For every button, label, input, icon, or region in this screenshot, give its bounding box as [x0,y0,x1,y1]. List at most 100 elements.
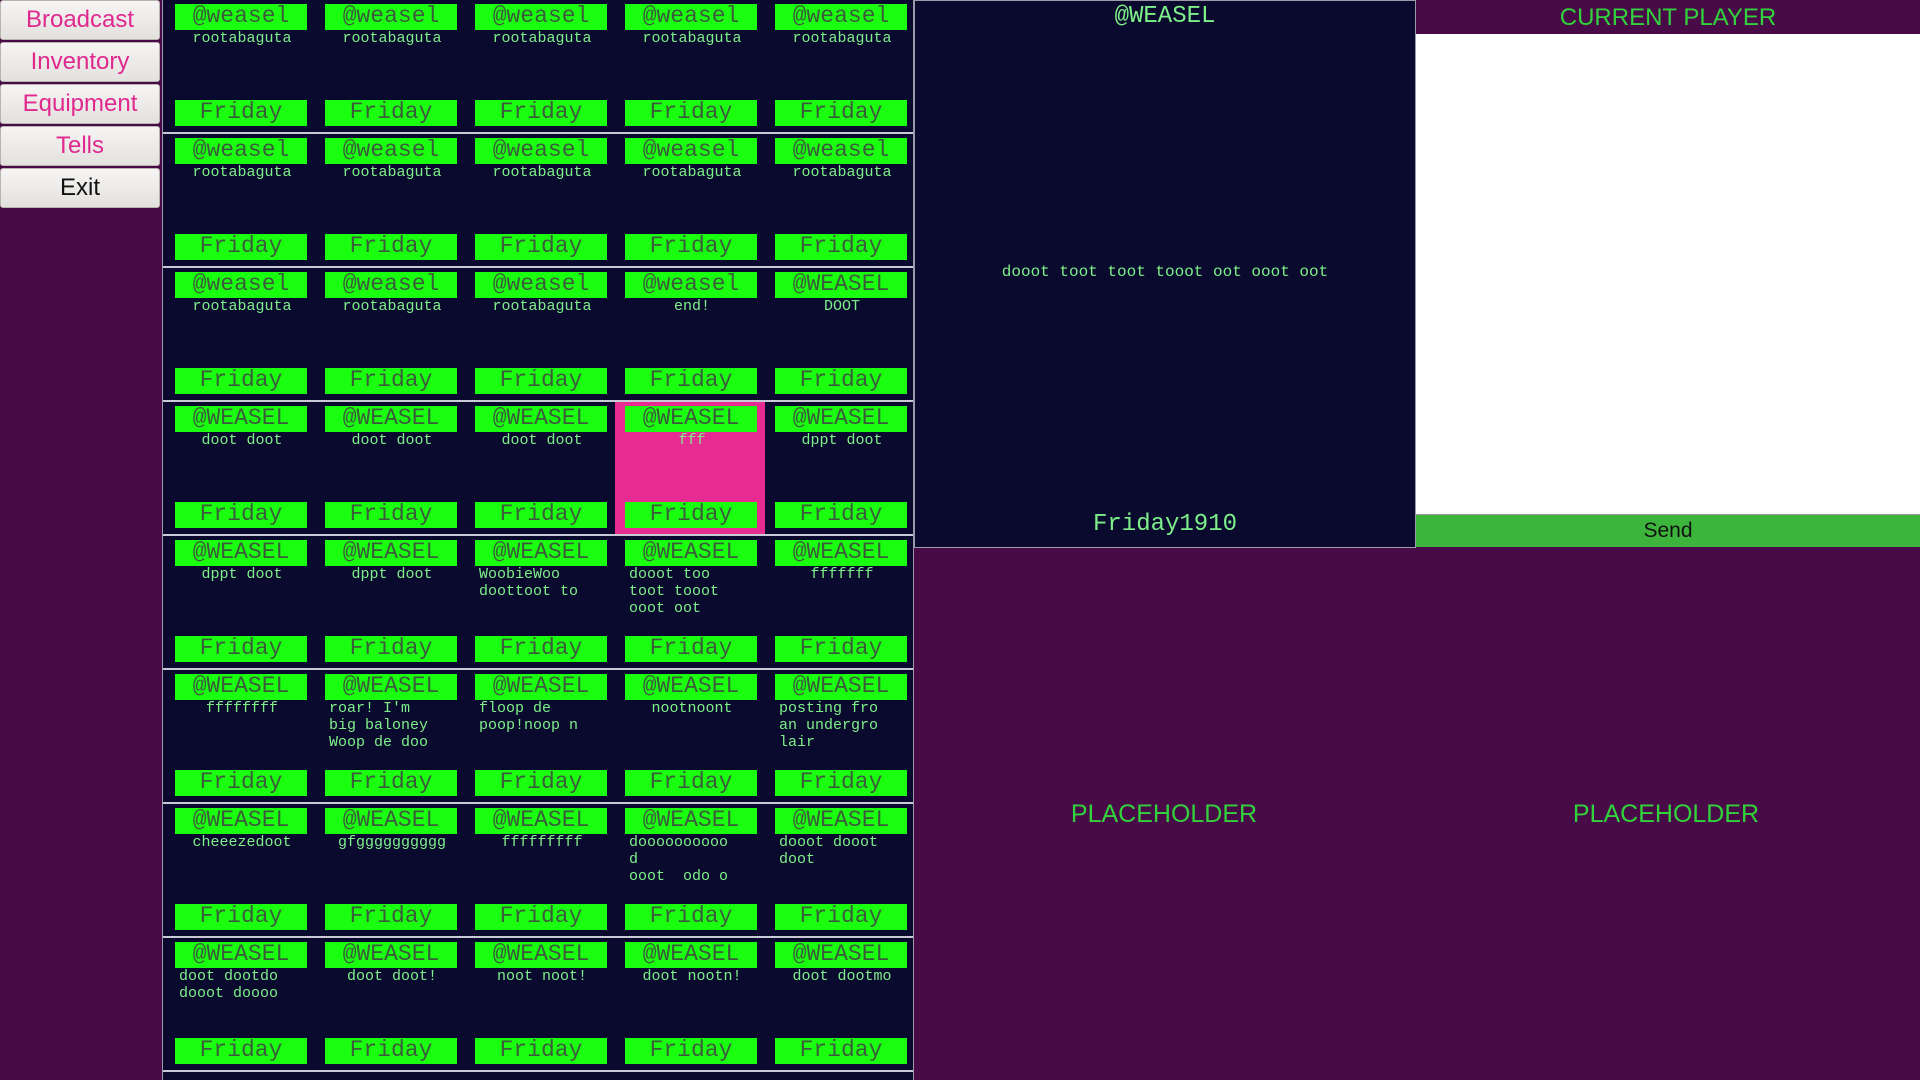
card-handle: @WEASEL [175,808,307,834]
card-message-text: rootabaguta [192,164,292,181]
detail-handle: @WEASEL [1114,3,1216,30]
card-message-text: rootabaguta [192,298,292,315]
message-card[interactable]: @weasel rootabaguta Friday [165,0,315,132]
card-day: Friday [625,904,757,930]
inventory-button[interactable]: Inventory [0,42,160,82]
message-card[interactable]: @weasel end! Friday [615,268,765,400]
message-card[interactable]: @WEASEL fffffff Friday [765,536,915,668]
message-card[interactable]: @WEASEL doooooooooo d ooot odo o Friday [615,804,765,936]
card-day: Friday [325,368,457,394]
card-day: Friday [325,770,457,796]
card-day: Friday [475,234,607,260]
equipment-button[interactable]: Equipment [0,84,160,124]
card-handle: @WEASEL [625,540,757,566]
message-card[interactable]: @weasel rootabaguta Friday [615,0,765,132]
message-card[interactable]: @weasel rootabaguta Friday [165,134,315,266]
message-input[interactable] [1416,34,1920,514]
card-handle: @weasel [625,272,757,298]
message-card[interactable]: @WEASEL gfgggggggggg Friday [315,804,465,936]
message-card[interactable]: @weasel rootabaguta Friday [315,0,465,132]
card-day: Friday [475,100,607,126]
exit-button[interactable]: Exit [0,168,160,208]
message-card[interactable]: @WEASEL dppt doot Friday [165,536,315,668]
message-card[interactable]: @weasel rootabaguta Friday [465,268,615,400]
broadcast-button[interactable]: Broadcast [0,0,160,40]
card-day: Friday [775,100,907,126]
message-card[interactable]: @WEASEL DOOT Friday [765,268,915,400]
card-handle: @WEASEL [175,406,307,432]
message-card-selected[interactable]: @WEASEL fff Friday [615,402,765,534]
card-day: Friday [175,904,307,930]
card-message-text: fffffff [810,566,874,583]
message-card[interactable]: @WEASEL doot dootmo Friday [765,938,915,1070]
card-message-text: doot doot [501,432,583,449]
message-card[interactable]: @weasel rootabaguta Friday [465,134,615,266]
card-message-text: fffffffff [501,834,583,851]
card-day: Friday [775,1038,907,1064]
message-card[interactable]: @WEASEL doot doot! Friday [315,938,465,1070]
message-card[interactable]: @weasel rootabaguta Friday [765,0,915,132]
card-day: Friday [625,1038,757,1064]
card-message-text: rootabaguta [792,30,892,47]
card-message-text: WoobieWoo doottoot to [479,566,579,600]
card-day: Friday [175,636,307,662]
message-card[interactable]: @WEASEL dppt doot Friday [765,402,915,534]
card-message-text: rootabaguta [492,298,592,315]
card-handle: @WEASEL [625,808,757,834]
message-card[interactable]: @WEASEL doot doot Friday [165,402,315,534]
card-message-text: doot nootn! [642,968,742,985]
card-handle: @WEASEL [775,808,907,834]
card-handle: @WEASEL [775,272,907,298]
card-message-text: rootabaguta [342,30,442,47]
message-card[interactable]: @WEASEL cheeezedoot Friday [165,804,315,936]
message-card[interactable]: @weasel rootabaguta Friday [315,134,465,266]
card-handle: @WEASEL [325,406,457,432]
message-row: @weasel rootabaguta Friday @weasel rootabagu… [163,268,913,402]
card-day: Friday [625,770,757,796]
card-handle: @weasel [475,138,607,164]
message-card[interactable]: @WEASEL floop de poop!noop n Friday [465,670,615,802]
message-row: @WEASEL doot doot Friday @WEASEL doot doot Fr… [163,402,913,536]
message-card[interactable]: @WEASEL dooot dooot doot Friday [765,804,915,936]
card-message-text: rootabaguta [492,30,592,47]
card-message-text: doot doot [201,432,283,449]
card-day: Friday [775,636,907,662]
card-message-text: doot doot [351,432,433,449]
message-card[interactable]: @WEASEL doot nootn! Friday [615,938,765,1070]
message-card[interactable]: @weasel rootabaguta Friday [465,0,615,132]
card-handle: @weasel [625,138,757,164]
message-card[interactable]: @WEASEL fffffffff Friday [465,804,615,936]
card-message-text: rootabaguta [792,164,892,181]
side-menu: Broadcast Inventory Equipment Tells Exit [0,0,162,210]
message-card[interactable]: @WEASEL posting fro an undergro lair Frida… [765,670,915,802]
message-card[interactable]: @weasel rootabaguta Friday [765,134,915,266]
message-card[interactable]: @WEASEL dooot too toot tooot ooot oot Frid… [615,536,765,668]
send-button[interactable]: Send [1416,514,1920,547]
message-row: @weasel rootabaguta Friday @weasel rootabagu… [163,0,913,134]
message-card[interactable]: @WEASEL WoobieWoo doottoot to Friday [465,536,615,668]
message-card[interactable]: @WEASEL ffffffff Friday [165,670,315,802]
message-card[interactable]: @weasel rootabaguta Friday [315,268,465,400]
card-message-text: posting fro an undergro lair [779,700,879,751]
card-handle: @WEASEL [625,406,757,432]
message-card[interactable]: @WEASEL roar! I'm big baloney Woop de doo… [315,670,465,802]
card-handle: @WEASEL [775,674,907,700]
message-card[interactable]: @WEASEL doot doot Friday [465,402,615,534]
card-message-text: gfgggggggggg [337,834,447,851]
card-message-text: roar! I'm big baloney Woop de doo [329,700,429,751]
message-card[interactable]: @weasel rootabaguta Friday [615,134,765,266]
message-card[interactable]: @WEASEL doot doot Friday [315,402,465,534]
card-day: Friday [325,100,457,126]
message-card[interactable]: @WEASEL dppt doot Friday [315,536,465,668]
tells-button[interactable]: Tells [0,126,160,166]
card-day: Friday [325,234,457,260]
card-day: Friday [475,502,607,528]
message-card[interactable]: @WEASEL doot dootdo dooot doooo Friday [165,938,315,1070]
card-handle: @WEASEL [625,942,757,968]
message-card[interactable]: @WEASEL noot noot! Friday [465,938,615,1070]
card-handle: @weasel [175,138,307,164]
message-card[interactable]: @weasel rootabaguta Friday [165,268,315,400]
card-handle: @WEASEL [775,406,907,432]
message-card[interactable]: @WEASEL nootnoont Friday [615,670,765,802]
card-day: Friday [325,636,457,662]
